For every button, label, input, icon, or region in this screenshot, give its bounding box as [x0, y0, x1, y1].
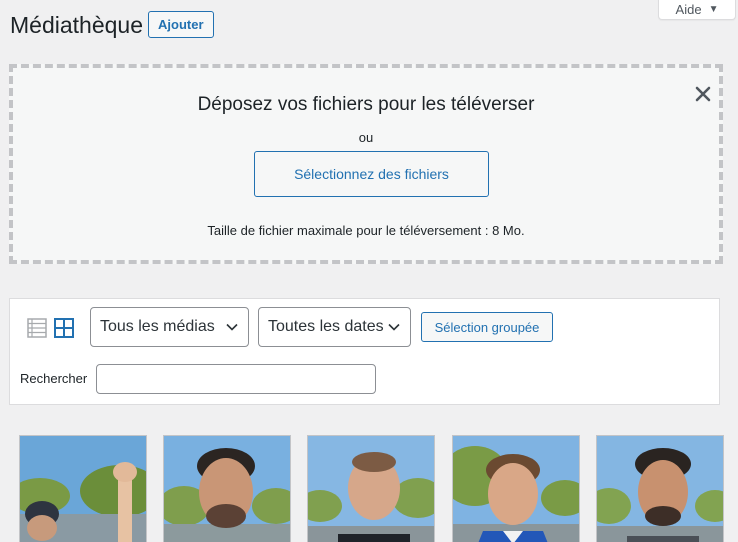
media-thumbnail[interactable] — [452, 435, 580, 542]
caret-down-icon: ▼ — [708, 3, 719, 15]
bulk-select-button[interactable]: Sélection groupée — [421, 312, 553, 342]
search-input[interactable] — [96, 364, 376, 394]
help-tab-label: Aide — [675, 1, 702, 17]
grid-view-icon — [54, 318, 74, 338]
photo-thumbnail — [164, 436, 290, 542]
photo-thumbnail — [308, 436, 434, 542]
select-files-button[interactable]: Sélectionnez des fichiers — [254, 151, 489, 197]
media-library-page: Aide ▼ Médiathèque Ajouter Déposez vos f… — [0, 0, 738, 542]
page-title: Médiathèque — [10, 12, 143, 38]
media-thumbnail[interactable] — [307, 435, 435, 542]
grid-view-button[interactable] — [54, 318, 74, 338]
chevron-down-icon — [226, 323, 238, 331]
list-view-icon — [27, 318, 47, 338]
date-filter-value: Toutes les dates — [268, 318, 384, 335]
media-thumbnail[interactable] — [596, 435, 724, 542]
drop-or-text: ou — [358, 130, 374, 145]
photo-thumbnail — [453, 436, 579, 542]
date-filter[interactable]: Toutes les dates — [258, 307, 411, 347]
photo-thumbnail — [20, 436, 146, 542]
search-label: Rechercher — [20, 371, 88, 386]
help-tab[interactable]: Aide ▼ — [658, 0, 736, 20]
media-thumbnail[interactable] — [19, 435, 147, 542]
max-upload-size: Taille de fichier maximale pour le télév… — [207, 223, 525, 238]
drop-instructions: Déposez vos fichiers pour les téléverser — [197, 94, 535, 115]
upload-dropzone[interactable]: Déposez vos fichiers pour les téléverser… — [9, 64, 723, 264]
add-new-button[interactable]: Ajouter — [148, 11, 214, 38]
media-type-filter[interactable]: Tous les médias — [90, 307, 249, 347]
media-thumbnail[interactable] — [163, 435, 291, 542]
media-toolbar: Tous les médias Toutes les dates Sélecti… — [9, 298, 720, 405]
chevron-down-icon — [388, 323, 400, 331]
photo-thumbnail — [597, 436, 723, 542]
list-view-button[interactable] — [27, 318, 47, 338]
media-type-filter-value: Tous les médias — [100, 318, 215, 335]
